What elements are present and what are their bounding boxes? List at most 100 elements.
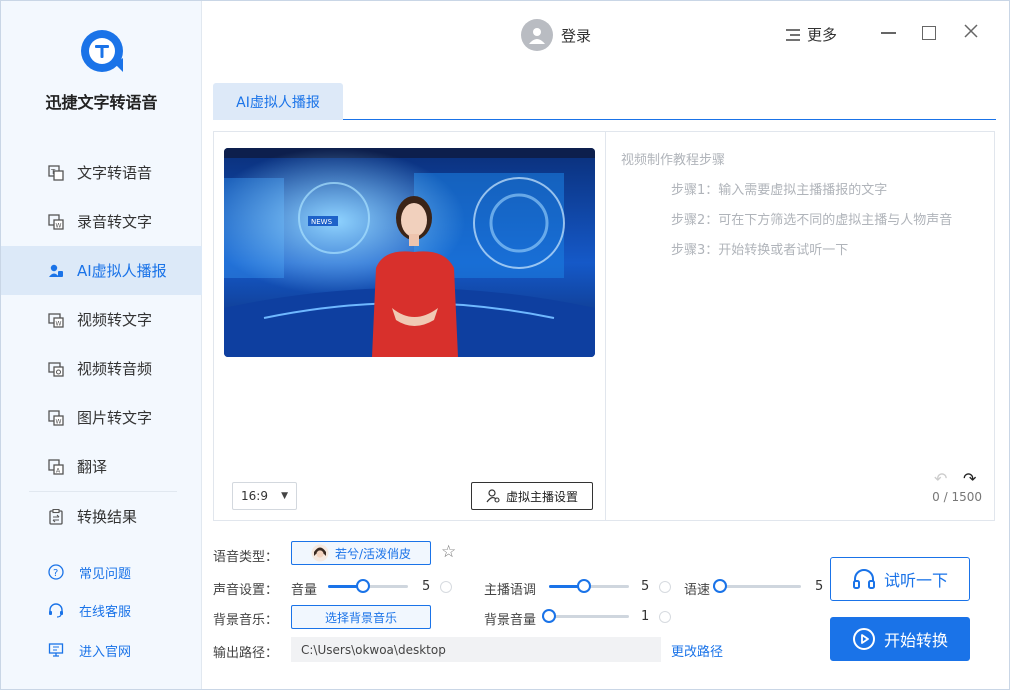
ai-avatar-icon (47, 262, 65, 280)
svg-text:T: T (50, 168, 56, 176)
guide-step: 步骤2：可在下方筛选不同的虚拟主播与人物声音 (671, 213, 953, 228)
maximize-button[interactable] (919, 23, 939, 43)
redo-icon[interactable]: ↷ (963, 469, 976, 488)
text-input-area[interactable]: 视频制作教程步骤 步骤1：输入需要虚拟主播播报的文字 步骤2：可在下方筛选不同的… (621, 146, 981, 266)
app-name: 迅捷文字转语音 (45, 93, 158, 112)
sidebar-item-image-to-text[interactable]: W 图片转文字 (1, 393, 202, 442)
pitch-slider-knob[interactable] (577, 579, 591, 593)
minimize-button[interactable] (878, 23, 898, 43)
panel-divider (605, 132, 606, 520)
help-icon: ? (47, 563, 65, 581)
link-label: 常见问题 (79, 566, 132, 582)
listen-label: 试听一下 (883, 571, 948, 590)
sidebar-item-results[interactable]: 转换结果 (1, 492, 202, 541)
voice-avatar-icon (311, 544, 329, 562)
editor-panel: NEWS 16:9 ▼ 虚拟主播设置 视频制作教程步骤 步骤1：输入需要虚拟主播… (213, 131, 995, 521)
link-label: 在线客服 (79, 604, 132, 620)
link-faq[interactable]: ? 常见问题 (1, 557, 202, 587)
reset-volume-icon[interactable] (440, 581, 452, 593)
listen-button[interactable]: 试听一下 (830, 557, 970, 601)
svg-text:W: W (56, 418, 62, 425)
menu-icon (785, 28, 801, 42)
star-favorite-icon[interactable]: ☆ (441, 542, 456, 562)
svg-text:W: W (56, 320, 62, 327)
more-menu-button[interactable]: 更多 (785, 24, 837, 45)
reset-pitch-icon[interactable] (659, 581, 671, 593)
sidebar-item-label: 视频转文字 (77, 311, 153, 329)
play-circle-icon (852, 627, 876, 651)
volume-label: 音量 (291, 583, 318, 598)
speed-slider-knob[interactable] (713, 579, 727, 593)
output-path-label: 输出路径： (213, 646, 279, 661)
avatar-preview-video: NEWS (224, 148, 595, 357)
volume-value: 5 (422, 579, 431, 594)
bgm-volume-slider-knob[interactable] (542, 609, 556, 623)
guide-step: 步骤1：输入需要虚拟主播播报的文字 (671, 183, 888, 198)
title-bar: 登录 更多 (203, 1, 1009, 67)
avatar-settings-icon (486, 489, 500, 503)
maximize-icon (922, 26, 936, 40)
avatar-settings-label: 虚拟主播设置 (505, 489, 578, 504)
link-official-site[interactable]: 进入官网 (1, 635, 202, 665)
change-path-link[interactable]: 更改路径 (671, 641, 723, 660)
more-label: 更多 (807, 26, 838, 44)
sidebar: 迅捷文字转语音 T 文字转语音 W 录音转文字 AI虚拟人播报 W 视频转文字 … (1, 1, 202, 689)
monitor-icon (47, 641, 65, 659)
start-label: 开始转换 (883, 631, 948, 650)
headset-icon (47, 601, 65, 619)
sidebar-item-label: AI虚拟人播报 (77, 262, 167, 280)
character-counter: 0 / 1500 (932, 490, 982, 504)
translate-icon: A (47, 458, 65, 476)
app-window: 迅捷文字转语音 T 文字转语音 W 录音转文字 AI虚拟人播报 W 视频转文字 … (0, 0, 1010, 690)
svg-text:?: ? (53, 568, 58, 579)
voice-type-button[interactable]: 若兮/活泼俏皮 (291, 541, 431, 565)
speed-slider[interactable] (713, 579, 801, 593)
undo-icon[interactable]: ↶ (934, 469, 947, 488)
voice-type-label: 语音类型： (213, 550, 279, 565)
volume-slider-knob[interactable] (356, 579, 370, 593)
sidebar-item-label: 文字转语音 (77, 164, 153, 182)
sidebar-item-label: 视频转音频 (77, 360, 153, 378)
avatar-settings-button[interactable]: 虚拟主播设置 (471, 482, 593, 510)
guide-step: 步骤3：开始转换或者试听一下 (671, 243, 849, 258)
caret-down-icon: ▼ (281, 491, 288, 501)
voice-type-value: 若兮/活泼俏皮 (334, 546, 412, 561)
aspect-ratio-value: 16:9 (241, 489, 268, 503)
reset-bgm-volume-icon[interactable] (659, 611, 671, 623)
volume-slider[interactable] (328, 579, 408, 593)
close-button[interactable] (961, 23, 981, 43)
bgm-volume-slider[interactable] (542, 609, 629, 623)
login-button[interactable]: 登录 (521, 19, 591, 51)
svg-text:W: W (56, 222, 62, 229)
speed-label: 语速 (684, 583, 711, 598)
sidebar-item-video-to-text[interactable]: W 视频转文字 (1, 295, 202, 344)
start-convert-button[interactable]: 开始转换 (830, 617, 970, 661)
output-path-field[interactable]: C:\Users\okwoa\desktop (291, 637, 661, 662)
pitch-slider[interactable] (549, 579, 629, 593)
sidebar-item-translate[interactable]: A 翻译 (1, 442, 202, 491)
guide-title: 视频制作教程步骤 (621, 153, 726, 168)
headphones-icon (852, 568, 876, 590)
aspect-ratio-select[interactable]: 16:9 ▼ (232, 482, 297, 510)
text-to-speech-icon: T (47, 164, 65, 182)
sidebar-item-label: 图片转文字 (77, 409, 153, 427)
video-to-audio-icon (47, 360, 65, 378)
sidebar-item-video-to-audio[interactable]: 视频转音频 (1, 344, 202, 393)
svg-text:NEWS: NEWS (311, 218, 333, 226)
sidebar-item-label: 录音转文字 (77, 213, 153, 231)
speed-value: 5 (815, 579, 824, 594)
sound-settings-label: 声音设置： (213, 583, 279, 598)
sidebar-item-label: 转换结果 (77, 508, 138, 526)
bgm-label: 背景音乐： (213, 613, 279, 628)
pitch-label: 主播语调 (484, 583, 537, 598)
link-online-support[interactable]: 在线客服 (1, 595, 202, 625)
tab-ai-avatar[interactable]: AI虚拟人播报 (213, 83, 343, 120)
sidebar-item-ai-avatar[interactable]: AI虚拟人播报 (1, 246, 202, 295)
results-icon (47, 508, 65, 526)
sidebar-item-recording-to-text[interactable]: W 录音转文字 (1, 197, 202, 246)
sidebar-item-text-to-speech[interactable]: T 文字转语音 (1, 148, 202, 197)
image-to-text-icon: W (47, 409, 65, 427)
choose-bgm-button[interactable]: 选择背景音乐 (291, 605, 431, 629)
recording-to-text-icon: W (47, 213, 65, 231)
minimize-icon (880, 32, 896, 34)
